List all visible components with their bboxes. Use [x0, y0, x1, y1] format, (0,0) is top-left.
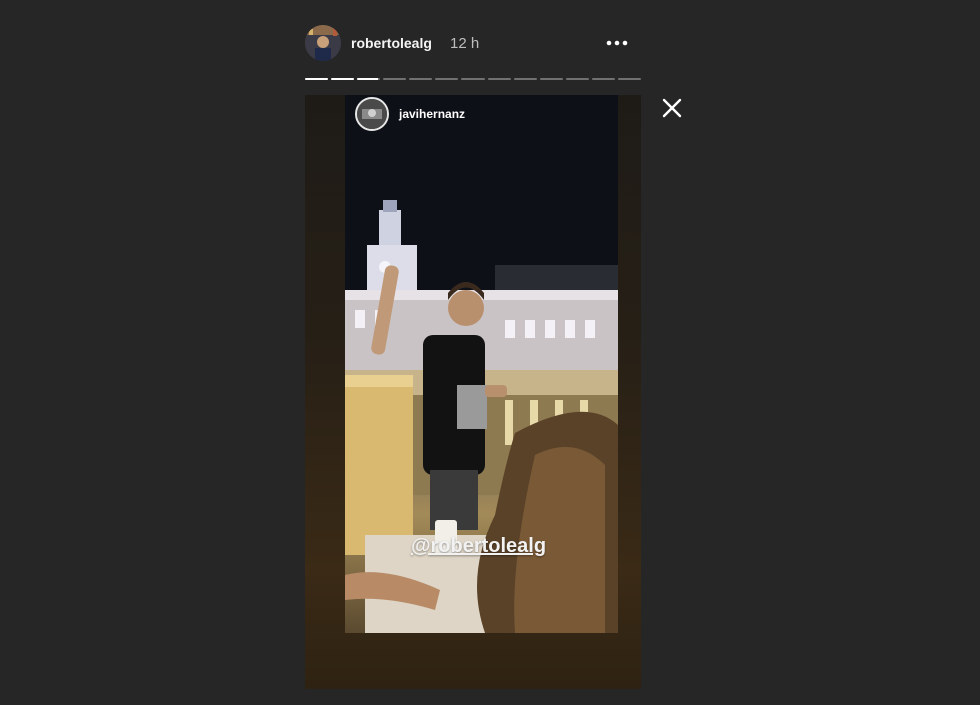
reshared-user-avatar[interactable]	[355, 97, 389, 131]
story-timestamp: 12 h	[450, 35, 480, 52]
progress-segment[interactable]	[305, 78, 329, 80]
story-username[interactable]: robertolealg	[351, 35, 432, 51]
more-options-button[interactable]	[603, 35, 633, 51]
progress-segment[interactable]	[487, 78, 511, 80]
progress-segment[interactable]	[409, 78, 433, 80]
progress-segment[interactable]	[435, 78, 459, 80]
story-header: robertolealg 12 h	[305, 25, 641, 61]
progress-segment[interactable]	[513, 78, 537, 80]
progress-segment[interactable]	[383, 78, 407, 80]
close-icon	[662, 98, 682, 118]
reshared-username[interactable]: javihernanz	[399, 107, 465, 121]
close-button[interactable]	[660, 96, 684, 120]
progress-segment-fill	[305, 78, 329, 80]
progress-segment-fill	[357, 78, 378, 80]
progress-segment[interactable]	[617, 78, 642, 80]
more-options-icon	[606, 40, 628, 46]
progress-segment[interactable]	[539, 78, 563, 80]
progress-segment[interactable]	[331, 78, 355, 80]
user-avatar-icon	[357, 99, 387, 129]
mention-sticker[interactable]: @robertolealg	[411, 535, 546, 558]
progress-segment[interactable]	[357, 78, 381, 80]
progress-segment[interactable]	[591, 78, 615, 80]
story-media[interactable]: javihernanz @robertolealg	[305, 95, 641, 689]
progress-segment[interactable]	[461, 78, 485, 80]
progress-segment-fill	[331, 78, 355, 80]
story-viewer: robertolealg 12 h javihernanz @robertole…	[0, 0, 980, 705]
reshared-video: javihernanz @robertolealg	[345, 95, 618, 633]
progress-segment[interactable]	[565, 78, 589, 80]
user-avatar[interactable]	[305, 25, 341, 61]
story-progress-bar	[305, 78, 642, 81]
user-avatar-icon	[305, 25, 341, 61]
